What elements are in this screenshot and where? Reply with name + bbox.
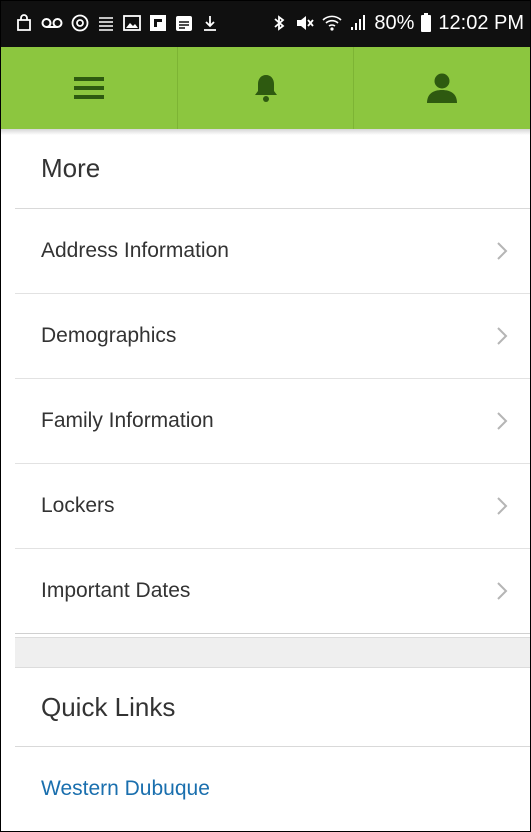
signal-icon — [351, 15, 366, 30]
chevron-right-icon — [497, 582, 508, 600]
news-icon — [99, 17, 113, 31]
download-icon — [204, 16, 216, 31]
chevron-right-icon — [497, 327, 508, 345]
list-item-label: Family Information — [41, 409, 214, 432]
wifi-icon — [322, 15, 342, 31]
list-item-label: Address Information — [41, 239, 229, 262]
app-frame: 80% 12:02 PM More Address Information De… — [0, 0, 531, 832]
battery-percent: 80% — [374, 12, 415, 34]
system-icons: 80% 12:02 PM — [270, 11, 524, 35]
clock: 12:02 PM — [438, 12, 524, 34]
notifications-button[interactable] — [178, 47, 355, 129]
mute-icon — [297, 16, 315, 30]
flipboard-icon — [150, 15, 166, 31]
image-icon — [123, 15, 141, 31]
list-item-important-dates[interactable]: Important Dates — [15, 549, 530, 634]
section-divider — [15, 637, 530, 668]
status-bar: 80% 12:02 PM — [1, 1, 530, 47]
top-toolbar — [1, 47, 530, 129]
bluetooth-icon — [274, 15, 285, 31]
quick-links-section-title: Quick Links — [15, 667, 530, 747]
bell-icon — [254, 75, 277, 102]
calendar-icon — [176, 16, 192, 31]
profile-button[interactable] — [354, 47, 530, 129]
battery-icon — [421, 12, 432, 32]
chevron-right-icon — [497, 242, 508, 260]
chevron-right-icon — [497, 497, 508, 515]
list-item-family-information[interactable]: Family Information — [15, 379, 530, 464]
at-icon — [71, 14, 89, 32]
list-item-address-information[interactable]: Address Information — [15, 209, 530, 294]
list-item-label: Lockers — [41, 494, 115, 517]
more-list: Address Information Demographics Family … — [15, 209, 530, 634]
bag-icon — [17, 14, 31, 31]
left-margin — [1, 129, 15, 831]
user-icon — [427, 73, 458, 103]
chevron-right-icon — [497, 412, 508, 430]
menu-icon — [73, 77, 104, 99]
more-section-title: More — [15, 129, 530, 209]
toolbar-shadow — [1, 129, 530, 135]
notification-icons — [15, 11, 219, 35]
list-item-label: Demographics — [41, 324, 177, 347]
list-item-lockers[interactable]: Lockers — [15, 464, 530, 549]
list-item-label: Important Dates — [41, 579, 191, 602]
list-item-demographics[interactable]: Demographics — [15, 294, 530, 379]
menu-button[interactable] — [1, 47, 178, 129]
quick-link-western-dubuque[interactable]: Western Dubuque — [15, 747, 530, 831]
voicemail-icon — [41, 18, 63, 28]
